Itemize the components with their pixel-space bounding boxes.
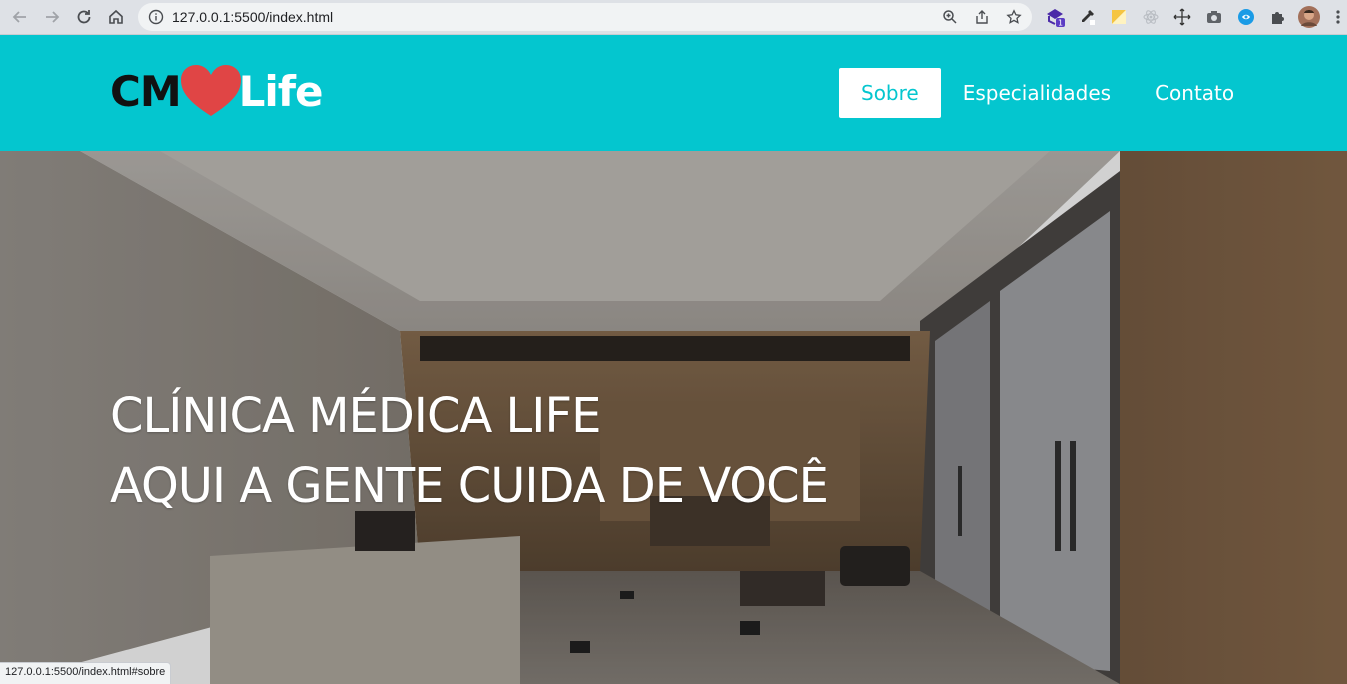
puzzle-icon[interactable] — [1267, 6, 1289, 28]
forward-icon[interactable] — [40, 5, 64, 29]
address-bar[interactable]: 127.0.0.1:5500/index.html — [138, 3, 1032, 31]
main-nav: Sobre Especialidades Contato — [839, 68, 1256, 118]
hero-banner: CLÍNICA MÉDICA LIFE AQUI A GENTE CUIDA D… — [0, 151, 1347, 684]
move-icon[interactable] — [1171, 6, 1193, 28]
avatar[interactable] — [1298, 6, 1320, 28]
browser-toolbar: 127.0.0.1:5500/index.html 1 — [0, 0, 1347, 35]
vpn-icon[interactable] — [1235, 6, 1257, 28]
back-icon[interactable] — [8, 5, 32, 29]
site-info-icon[interactable] — [146, 7, 166, 27]
site-header: CM Life Sobre Especialidades Contato — [0, 35, 1347, 151]
menu-icon[interactable] — [1327, 6, 1347, 28]
reload-icon[interactable] — [72, 5, 96, 29]
share-icon[interactable] — [972, 7, 992, 27]
hero-heading: CLÍNICA MÉDICA LIFE AQUI A GENTE CUIDA D… — [110, 381, 829, 521]
nav-item-sobre[interactable]: Sobre — [839, 68, 941, 118]
logo[interactable]: CM Life — [110, 63, 324, 119]
nav-item-especialidades[interactable]: Especialidades — [941, 68, 1133, 118]
home-icon[interactable] — [104, 5, 128, 29]
zoom-icon[interactable] — [940, 7, 960, 27]
status-bar-url: 127.0.0.1:5500/index.html#sobre — [0, 662, 172, 684]
url-text[interactable]: 127.0.0.1:5500/index.html — [172, 9, 333, 25]
extension-badge: 1 — [1058, 19, 1063, 28]
logo-life-text: Life — [238, 66, 324, 116]
react-icon[interactable] — [1140, 6, 1162, 28]
logo-cm-text: CM — [110, 66, 182, 116]
heart-icon — [180, 65, 241, 116]
nav-item-contato[interactable]: Contato — [1133, 68, 1256, 118]
hero-line-1: CLÍNICA MÉDICA LIFE — [110, 388, 601, 444]
hero-line-2: AQUI A GENTE CUIDA DE VOCÊ — [110, 458, 829, 514]
ruler-icon[interactable] — [1108, 6, 1130, 28]
bookmark-star-icon[interactable] — [1004, 7, 1024, 27]
extension-icon[interactable]: 1 — [1044, 6, 1066, 28]
camera-icon[interactable] — [1203, 6, 1225, 28]
eyedropper-icon[interactable] — [1076, 6, 1098, 28]
